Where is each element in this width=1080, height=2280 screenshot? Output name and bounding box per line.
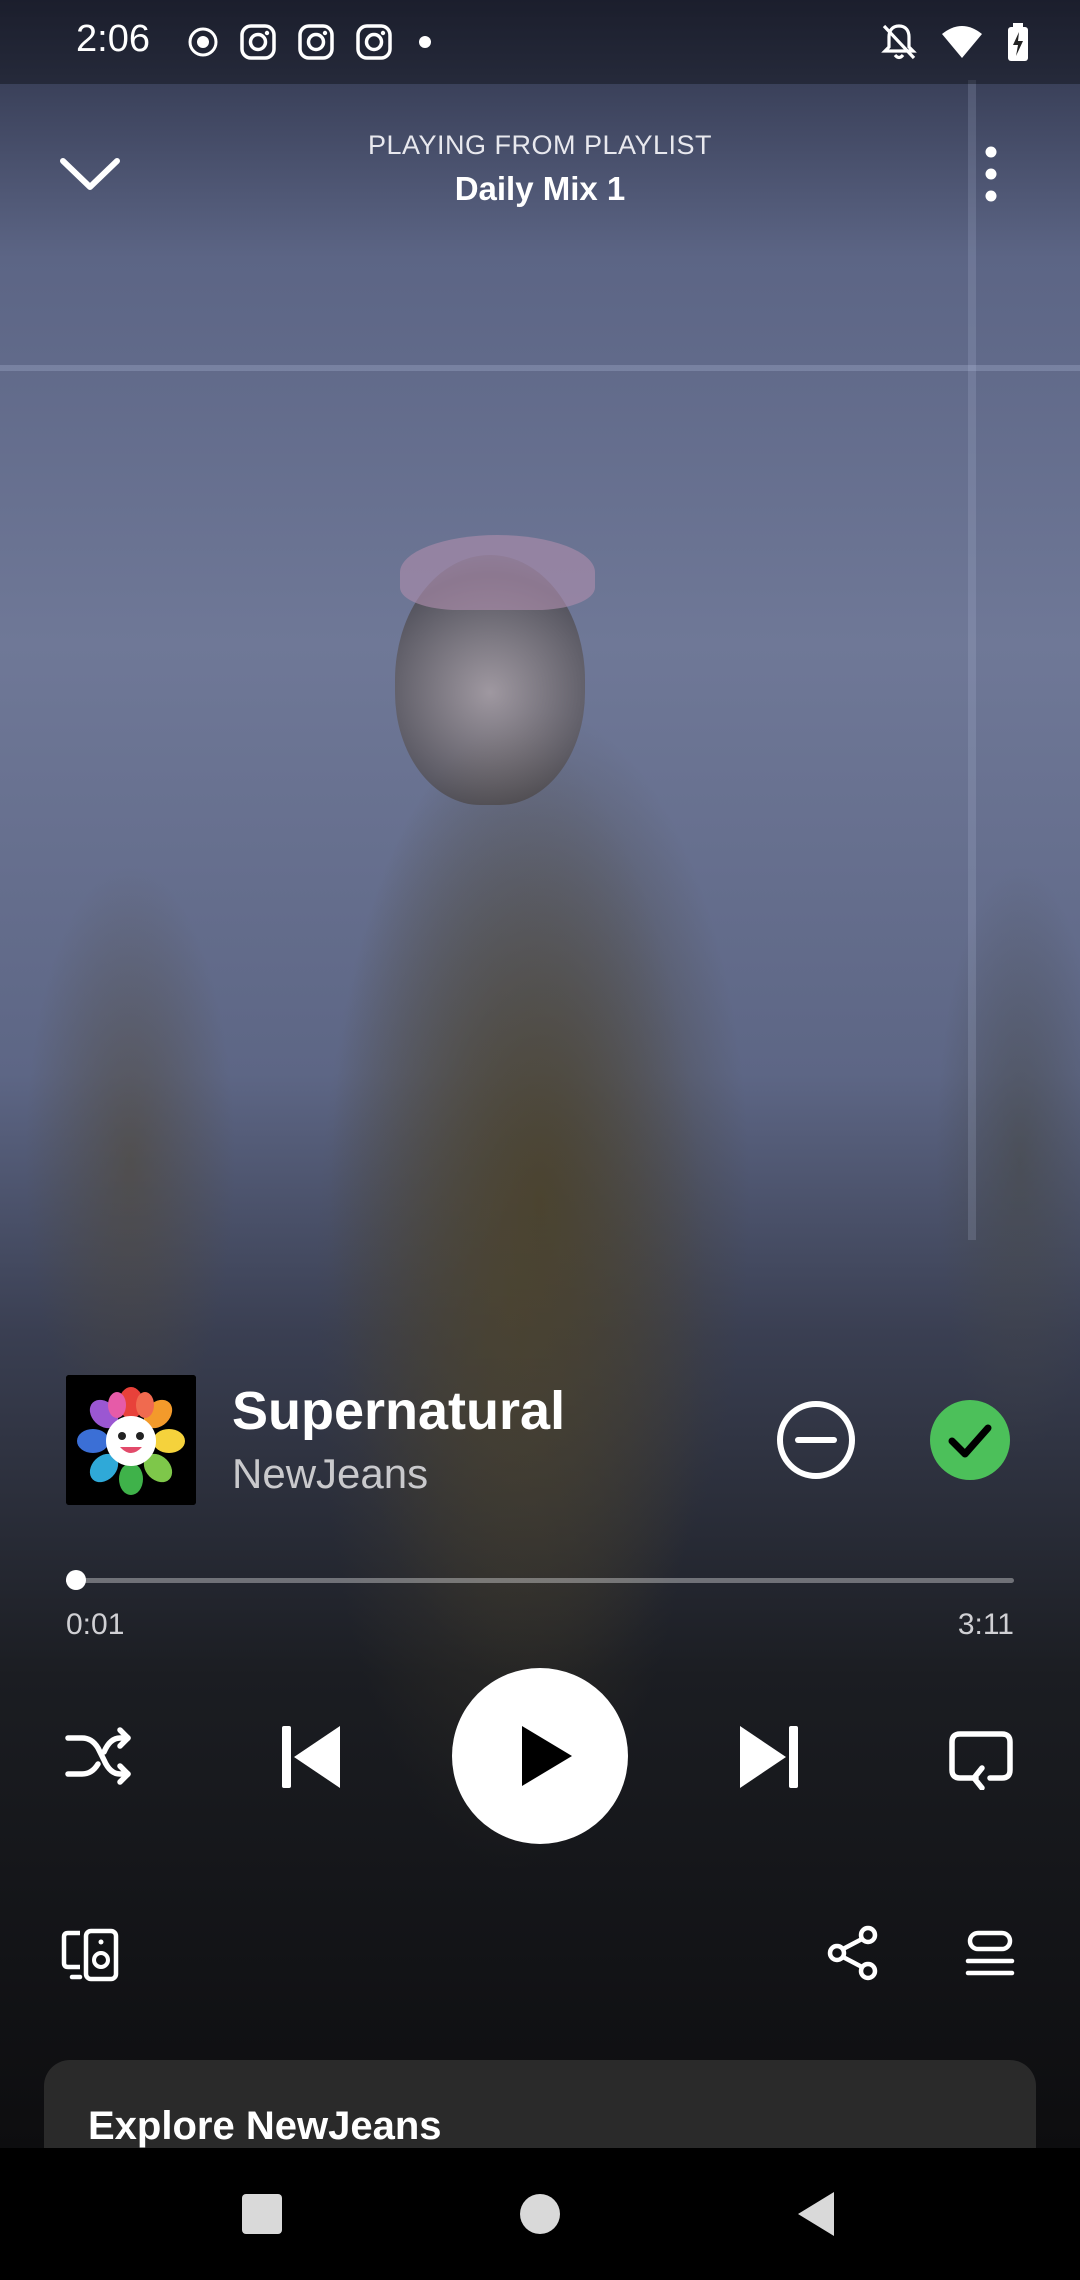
hide-song-icon[interactable] <box>776 1400 856 1480</box>
back-button-icon[interactable] <box>794 2190 838 2238</box>
more-options-icon[interactable] <box>968 142 1014 206</box>
track-info: Supernatural NewJeans <box>0 1370 1080 1510</box>
bell-off-icon <box>881 24 917 60</box>
instagram-icon <box>356 24 392 60</box>
track-title[interactable]: Supernatural <box>232 1380 565 1442</box>
recents-button-icon[interactable] <box>240 2192 284 2236</box>
playlist-name[interactable]: Daily Mix 1 <box>0 170 1080 208</box>
album-cover[interactable] <box>66 1375 196 1505</box>
shuffle-icon[interactable] <box>64 1722 134 1792</box>
instagram-icon <box>298 24 334 60</box>
elapsed-time: 0:01 <box>66 1608 125 1641</box>
share-icon[interactable] <box>826 1925 880 1981</box>
skip-next-icon[interactable] <box>734 1722 804 1792</box>
home-button-icon[interactable] <box>518 2192 562 2236</box>
progress-scrubber-handle[interactable] <box>66 1570 86 1590</box>
system-navigation-bar <box>0 2148 1080 2280</box>
explore-title: Explore NewJeans <box>88 2104 442 2148</box>
status-bar: 2:06 <box>0 0 1080 84</box>
dot-icon <box>419 36 431 48</box>
play-button[interactable] <box>452 1668 628 1844</box>
system-icons <box>880 22 1030 62</box>
skip-previous-icon[interactable] <box>276 1722 346 1792</box>
playing-from-label: PLAYING FROM PLAYLIST <box>367 130 713 160</box>
player-header: PLAYING FROM PLAYLIST Daily Mix 1 <box>0 120 1080 230</box>
progress-rail <box>66 1578 1014 1583</box>
player-footer-actions <box>0 1925 1080 1995</box>
status-time: 2:06 <box>76 18 150 60</box>
queue-icon[interactable] <box>964 1925 1016 1981</box>
playback-progress-bar[interactable] <box>66 1570 1014 1590</box>
notification-icons <box>186 22 438 62</box>
record-icon <box>188 27 218 57</box>
play-icon <box>522 1726 572 1786</box>
playback-controls <box>0 1668 1080 1844</box>
total-time: 3:11 <box>957 1608 1014 1641</box>
saved-checkmark-icon[interactable] <box>930 1400 1010 1480</box>
repeat-icon[interactable] <box>946 1724 1016 1790</box>
instagram-icon <box>240 24 276 60</box>
flower-artwork-icon <box>66 1375 196 1505</box>
battery-charging-icon <box>1008 23 1028 61</box>
track-artist[interactable]: NewJeans <box>232 1450 428 1498</box>
connect-device-icon[interactable] <box>60 1925 120 1985</box>
wifi-icon <box>942 26 982 58</box>
